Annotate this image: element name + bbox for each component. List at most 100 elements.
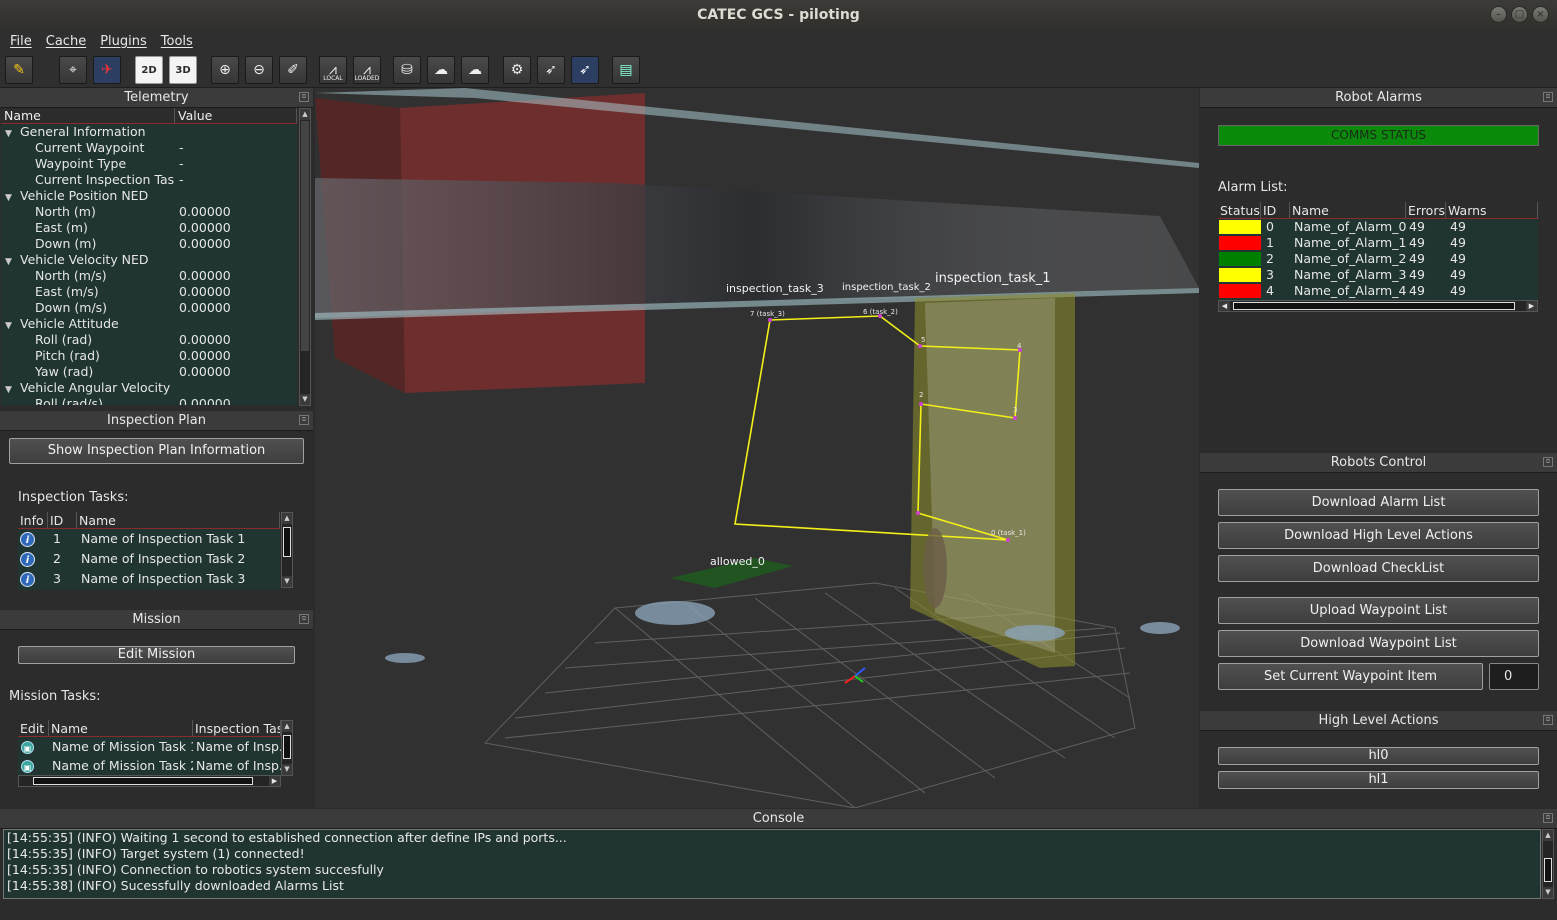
telemetry-group[interactable]: ▼ Vehicle Velocity NED — [1, 252, 297, 268]
console-scrollbar[interactable]: ▲ ▼ — [1542, 829, 1554, 899]
download-alarm-list-button[interactable]: Download Alarm List — [1218, 489, 1539, 516]
table-row[interactable]: i 3 Name of Inspection Task 3 — [18, 569, 280, 589]
telemetry-row[interactable]: Down (m) 0.00000 — [1, 236, 297, 252]
col-id[interactable]: ID — [48, 512, 77, 528]
expand-arrow-icon[interactable]: ▼ — [5, 318, 20, 332]
console-output[interactable]: [14:55:35] (INFO) Waiting 1 second to es… — [3, 829, 1541, 899]
menu-cache[interactable]: Cache — [46, 34, 86, 49]
alarm-row[interactable]: 3 Name_of_Alarm_3 49 49 — [1218, 267, 1538, 283]
table-row[interactable]: i 1 Name of Inspection Task 1 — [18, 529, 280, 549]
mission-tasks-vscrollbar[interactable]: ▲ ▼ — [281, 720, 293, 776]
expand-arrow-icon[interactable]: ▼ — [5, 382, 20, 396]
telemetry-row[interactable]: North (m/s) 0.00000 — [1, 268, 297, 284]
telemetry-tree[interactable]: Name Value ▼ General Information Current W… — [1, 108, 297, 405]
telemetry-scrollbar[interactable]: ▲ ▼ — [299, 108, 311, 406]
telemetry-row[interactable]: Roll (rad/s) 0.00000 — [1, 396, 297, 405]
expand-arrow-icon[interactable]: ▼ — [5, 254, 20, 268]
edit-waypoint-button[interactable]: ✐ — [279, 56, 307, 84]
view-3d-button[interactable]: 3D — [169, 56, 197, 84]
col-info[interactable]: Info — [18, 512, 48, 528]
telemetry-col-name[interactable]: Name — [1, 108, 175, 123]
info-icon[interactable]: i — [20, 572, 35, 587]
view-2d-button[interactable]: 2D — [135, 56, 163, 84]
download-high-level-actions-button[interactable]: Download High Level Actions — [1218, 522, 1539, 549]
undock-icon[interactable]: ⧉ — [1543, 715, 1553, 725]
undock-icon[interactable]: ⧉ — [1543, 92, 1553, 102]
cloud-download-button[interactable]: ☁ — [427, 56, 455, 84]
inspection-tasks-scrollbar[interactable]: ▲ ▼ — [281, 512, 293, 588]
undock-icon[interactable]: ⧉ — [299, 415, 309, 425]
telemetry-row[interactable]: Down (m/s) 0.00000 — [1, 300, 297, 316]
telemetry-group[interactable]: ▼ Vehicle Attitude — [1, 316, 297, 332]
col-errors[interactable]: Errors — [1406, 202, 1446, 218]
undock-icon[interactable]: ⧉ — [1543, 457, 1553, 467]
minimize-button[interactable]: – — [1490, 6, 1507, 23]
edit-mission-button[interactable]: Edit Mission — [18, 646, 295, 664]
disable-robot-button[interactable]: ✈ — [93, 56, 121, 84]
3d-scene[interactable] — [315, 88, 1199, 808]
telemetry-row[interactable]: Yaw (rad) 0.00000 — [1, 364, 297, 380]
current-waypoint-spinbox[interactable]: 0 — [1489, 663, 1539, 690]
telemetry-group[interactable]: ▼ Vehicle Angular Velocity — [1, 380, 297, 396]
remove-waypoint-button[interactable]: ⊖ — [245, 56, 273, 84]
table-row[interactable]: ▣ Name of Mission Task 2Name of Insp... — [18, 756, 281, 775]
edit-icon[interactable]: ▣ — [21, 741, 34, 754]
loaded-chart-button[interactable]: ⩘ LOADED — [353, 56, 381, 84]
undock-icon[interactable]: ⧉ — [299, 614, 309, 624]
rocket-blue-button[interactable]: ➶ — [571, 56, 599, 84]
col-inspection-task[interactable]: Inspection Task — [193, 720, 281, 736]
settings-button[interactable]: ⚙ — [503, 56, 531, 84]
set-current-waypoint-button[interactable]: Set Current Waypoint Item — [1218, 663, 1483, 690]
telemetry-col-value[interactable]: Value — [175, 108, 297, 123]
cloud-upload-button[interactable]: ☁ — [461, 56, 489, 84]
undock-icon[interactable]: ⧉ — [1543, 813, 1553, 823]
show-inspection-plan-button[interactable]: Show Inspection Plan Information — [9, 438, 304, 464]
alarm-row[interactable]: 2 Name_of_Alarm_2 49 49 — [1218, 251, 1538, 267]
alarm-list-table[interactable]: Status ID Name Errors Warns 0 Name_of_Ala… — [1218, 202, 1538, 300]
high-level-action-hl1-button[interactable]: hl1 — [1218, 771, 1539, 789]
telemetry-row[interactable]: Pitch (rad) 0.00000 — [1, 348, 297, 364]
rocket-button[interactable]: ➶ — [537, 56, 565, 84]
table-row[interactable]: i 2 Name of Inspection Task 2 — [18, 549, 280, 569]
col-edit[interactable]: Edit — [18, 720, 49, 736]
local-chart-button[interactable]: ⩘ LOCAL — [319, 56, 347, 84]
inspection-tasks-table[interactable]: Info ID Name i 1 Name of Inspection Task 1… — [18, 512, 280, 590]
mission-tasks-table[interactable]: Edit Name Inspection Task ▣ Name of Missi… — [18, 720, 281, 776]
download-checklist-button[interactable]: Download CheckList — [1218, 555, 1539, 582]
telemetry-row[interactable]: North (m) 0.00000 — [1, 204, 297, 220]
alarm-list-hscrollbar[interactable]: ◀ ▶ — [1218, 300, 1538, 312]
edit-icon[interactable]: ▣ — [21, 760, 34, 773]
undock-icon[interactable]: ⧉ — [299, 92, 309, 102]
telemetry-row[interactable]: Current Waypoint - — [1, 140, 297, 156]
download-waypoint-list-button[interactable]: Download Waypoint List — [1218, 630, 1539, 657]
maximize-button[interactable]: □ — [1511, 6, 1528, 23]
alarm-row[interactable]: 4 Name_of_Alarm_4 49 49 — [1218, 283, 1538, 299]
col-name[interactable]: Name — [1290, 202, 1406, 218]
telemetry-row[interactable]: Roll (rad) 0.00000 — [1, 332, 297, 348]
menu-plugins[interactable]: Plugins — [100, 34, 147, 49]
col-name[interactable]: Name — [49, 720, 193, 736]
expand-arrow-icon[interactable]: ▼ — [5, 190, 20, 204]
database-button[interactable]: ⛁ — [393, 56, 421, 84]
checklist-button[interactable]: ▤ — [612, 56, 640, 84]
pencil-tool-button[interactable]: ✎ — [5, 56, 33, 84]
telemetry-row[interactable]: Current Inspection Task - — [1, 172, 297, 188]
info-icon[interactable]: i — [20, 532, 35, 547]
map-pin-tool-button[interactable]: ⌖ — [59, 56, 87, 84]
col-id[interactable]: ID — [1261, 202, 1290, 218]
col-warns[interactable]: Warns — [1446, 202, 1538, 218]
high-level-action-hl0-button[interactable]: hl0 — [1218, 747, 1539, 765]
telemetry-row[interactable]: Waypoint Type - — [1, 156, 297, 172]
alarm-row[interactable]: 1 Name_of_Alarm_1 49 49 — [1218, 235, 1538, 251]
close-button[interactable]: × — [1532, 6, 1549, 23]
col-status[interactable]: Status — [1218, 202, 1261, 218]
telemetry-row[interactable]: East (m/s) 0.00000 — [1, 284, 297, 300]
mission-tasks-hscrollbar[interactable]: ▶ — [18, 775, 281, 787]
telemetry-group[interactable]: ▼ Vehicle Position NED — [1, 188, 297, 204]
expand-arrow-icon[interactable]: ▼ — [5, 126, 20, 140]
menu-tools[interactable]: Tools — [161, 34, 193, 49]
alarm-row[interactable]: 0 Name_of_Alarm_0 49 49 — [1218, 219, 1538, 235]
telemetry-group[interactable]: ▼ General Information — [1, 124, 297, 140]
3d-viewport[interactable]: inspection_task_3 inspection_task_2 insp… — [315, 88, 1199, 808]
col-name[interactable]: Name — [77, 512, 280, 528]
